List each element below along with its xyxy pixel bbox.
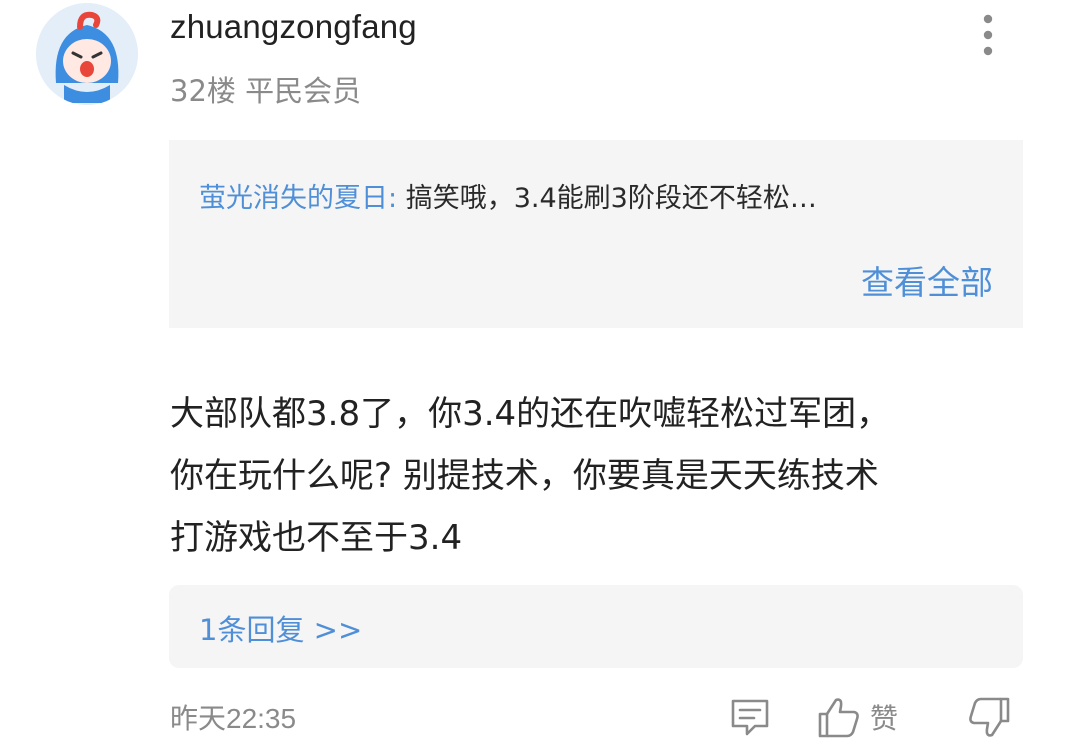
- member-rank: 平民会员: [245, 74, 362, 108]
- thumbs-down-icon: [969, 697, 1010, 737]
- comment-line: 你在玩什么呢? 别提技术，你要真是天天练技术: [170, 456, 879, 496]
- more-options-button[interactable]: [968, 10, 1008, 60]
- quote-author[interactable]: 萤光消失的夏日:: [199, 183, 397, 214]
- view-all-link[interactable]: 查看全部: [861, 256, 993, 304]
- comment-line: 打游戏也不至于3.4: [170, 518, 463, 558]
- user-avatar[interactable]: [36, 3, 138, 105]
- quote-line: 萤光消失的夏日: 搞笑哦，3.4能刷3阶段还不轻松…: [199, 176, 817, 215]
- more-vertical-icon: [983, 14, 993, 56]
- reply-button[interactable]: [728, 695, 772, 739]
- replies-panel[interactable]: 1条回复 >>: [169, 585, 1023, 668]
- floor-number: 32楼: [170, 74, 236, 108]
- comment-line: 大部队都3.8了，你3.4的还在吹嘘轻松过军团，: [170, 394, 891, 434]
- view-replies-link[interactable]: 1条回复 >>: [199, 607, 362, 649]
- quote-text: 搞笑哦，3.4能刷3阶段还不轻松…: [405, 183, 817, 214]
- dislike-button[interactable]: [966, 695, 1012, 741]
- thumbs-up-icon: [818, 698, 859, 738]
- quoted-comment[interactable]: 萤光消失的夏日: 搞笑哦，3.4能刷3阶段还不轻松… 查看全部: [169, 140, 1023, 328]
- timestamp: 昨天22:35: [170, 703, 297, 734]
- like-label: 赞: [870, 702, 899, 735]
- comment-body: 大部队都3.8了，你3.4的还在吹嘘轻松过军团， 你在玩什么呢? 别提技术，你要…: [170, 383, 1030, 569]
- comment-icon: [731, 699, 769, 736]
- floor-info: 32楼 平民会员: [170, 68, 361, 110]
- like-button[interactable]: 赞: [816, 693, 898, 741]
- username[interactable]: zhuangzongfang: [170, 8, 417, 46]
